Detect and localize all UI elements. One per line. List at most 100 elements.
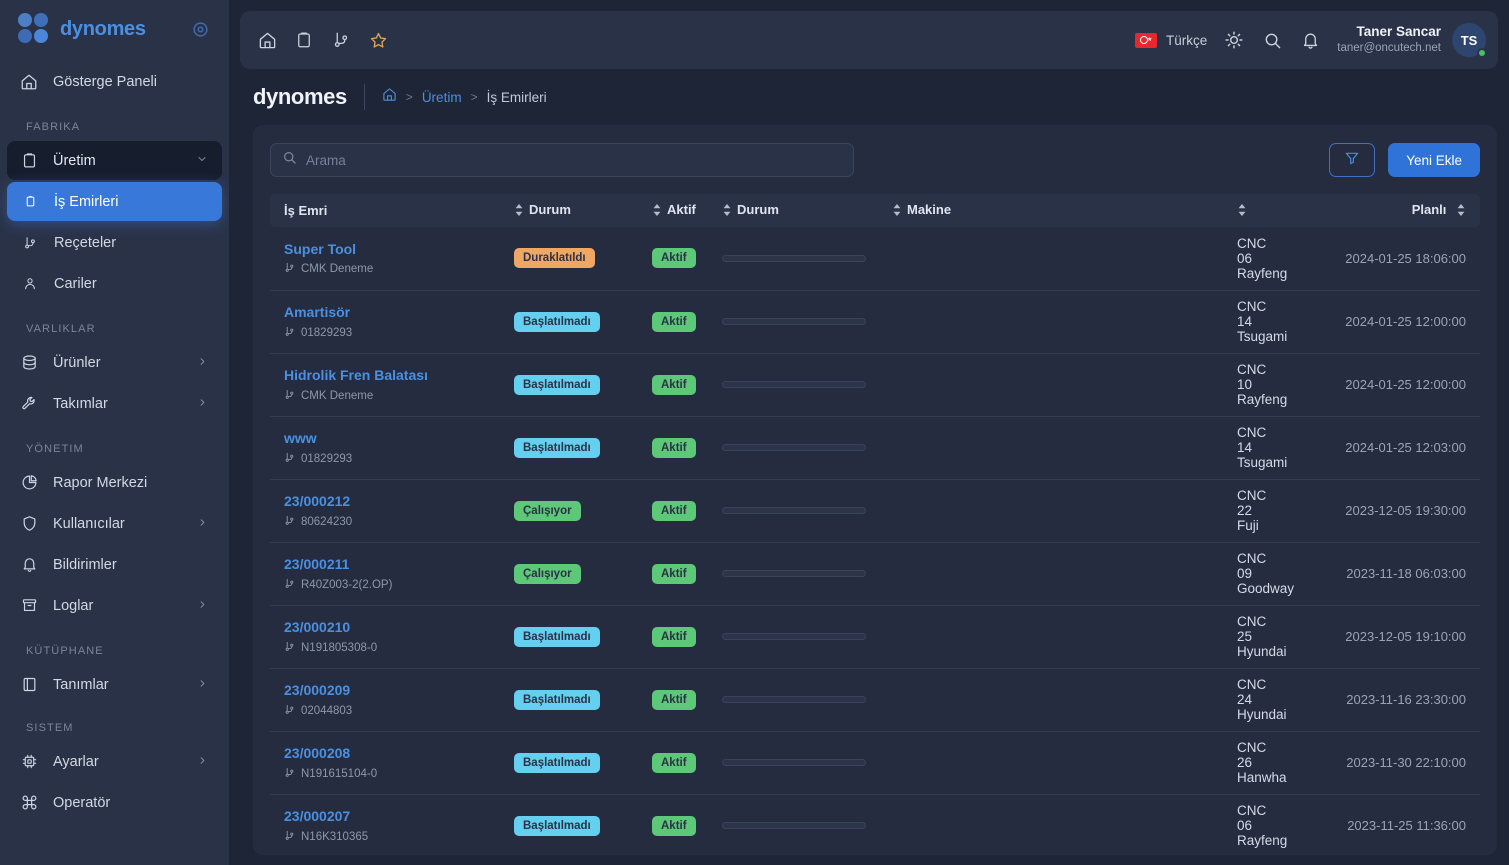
breadcrumb-link-uretim[interactable]: Üretim — [422, 90, 462, 105]
column-header-makine[interactable]: Makine — [886, 194, 1231, 227]
clipboard-icon[interactable] — [293, 29, 315, 51]
add-new-button[interactable]: Yeni Ekle — [1388, 143, 1480, 177]
table-row[interactable]: Super Tool CMK Deneme Duraklatıldı Aktif CNC… — [270, 227, 1480, 291]
sidebar-item-urunler[interactable]: Ürünler — [7, 343, 222, 382]
work-order-name[interactable]: www — [284, 429, 502, 447]
table-row[interactable]: www 01829293 Başlatılmadı Aktif CNC 14 Tsuga… — [270, 416, 1480, 480]
table-body: Super Tool CMK Deneme Duraklatıldı Aktif CNC… — [270, 227, 1480, 855]
work-order-name[interactable]: 23/000212 — [284, 492, 502, 510]
table-row[interactable]: Amartisör 01829293 Başlatılmadı Aktif CNC 14… — [270, 290, 1480, 354]
cell-progress — [716, 416, 1231, 480]
chevron-right-icon — [197, 396, 208, 412]
sidebar-item-operator[interactable]: Operatör — [7, 783, 222, 822]
column-header-is-emri[interactable]: İş Emri — [270, 194, 508, 227]
sidebar-item-cariler[interactable]: Cariler — [7, 264, 222, 303]
cell-work-order[interactable]: Hidrolik Fren Balatası CMK Deneme — [270, 353, 508, 417]
table-row[interactable]: 23/000211 R40Z003-2(2.OP) Çalışıyor Aktif CN… — [270, 542, 1480, 606]
column-header-durum-2[interactable]: Durum — [716, 194, 886, 227]
cell-status: Duraklatıldı — [508, 227, 646, 291]
user-menu[interactable]: Taner Sancar taner@oncutech.net TS — [1337, 23, 1487, 58]
status-badge: Başlatılmadı — [514, 311, 600, 332]
active-badge: Aktif — [652, 437, 696, 458]
status-badge: Başlatılmadı — [514, 437, 600, 458]
sort-icon — [1456, 203, 1466, 219]
work-order-name[interactable]: 23/000210 — [284, 618, 502, 636]
table-row[interactable]: 23/000212 80624230 Çalışıyor Aktif CNC 22 Fu… — [270, 479, 1480, 543]
cell-work-order[interactable]: 23/000211 R40Z003-2(2.OP) — [270, 542, 508, 606]
git-branch-icon[interactable] — [330, 29, 352, 51]
search-input[interactable] — [306, 152, 842, 168]
cell-status: Çalışıyor — [508, 542, 646, 606]
table-header-row: İş Emri Durum Aktif Durum Makine Planlı — [270, 194, 1480, 227]
work-order-code-text: 02044803 — [301, 704, 353, 717]
cell-work-order[interactable]: 23/000210 N191805308-0 — [270, 605, 508, 669]
cell-work-order[interactable]: Super Tool CMK Deneme — [270, 227, 508, 291]
sidebar-item-rapor-merkezi[interactable]: Rapor Merkezi — [7, 463, 222, 502]
cell-work-order[interactable]: www 01829293 — [270, 416, 508, 480]
sidebar-item-takimlar[interactable]: Takımlar — [7, 384, 222, 423]
git-branch-icon — [284, 641, 295, 655]
column-label: Durum — [737, 202, 779, 218]
work-order-name[interactable]: 23/000209 — [284, 681, 502, 699]
work-order-name[interactable]: Amartisör — [284, 303, 502, 321]
sidebar-item-bildirimler[interactable]: Bildirimler — [7, 545, 222, 584]
sidebar-item-kullanicilar[interactable]: Kullanıcılar — [7, 504, 222, 543]
sidebar-section-yonetim: YÖNETIM — [26, 443, 84, 455]
avatar-initials: TS — [1460, 32, 1478, 48]
work-order-code-text: CMK Deneme — [301, 263, 374, 276]
sidebar-item-dashboard[interactable]: Gösterge Paneli — [7, 62, 222, 101]
avatar[interactable]: TS — [1452, 23, 1487, 58]
work-orders-table: İş Emri Durum Aktif Durum Makine Planlı … — [270, 194, 1480, 855]
sidebar-item-tanimlar[interactable]: Tanımlar — [7, 665, 222, 704]
work-order-code: CMK Deneme — [284, 389, 502, 403]
work-order-code-text: 01829293 — [301, 326, 353, 339]
active-badge: Aktif — [652, 689, 696, 710]
bell-icon[interactable] — [1299, 29, 1321, 51]
language-selector[interactable]: ★ Türkçe — [1134, 32, 1207, 48]
git-branch-icon — [284, 326, 295, 340]
search-icon[interactable] — [1261, 29, 1283, 51]
sidebar-brand[interactable]: dynomes — [0, 0, 229, 58]
home-icon[interactable] — [382, 87, 397, 107]
active-badge: Aktif — [652, 563, 696, 584]
user-name: Taner Sancar — [1356, 24, 1441, 40]
sidebar-item-loglar[interactable]: Loglar — [7, 586, 222, 625]
table-row[interactable]: 23/000210 N191805308-0 Başlatılmadı Aktif CN… — [270, 605, 1480, 669]
sidebar-item-ayarlar[interactable]: Ayarlar — [7, 742, 222, 781]
home-icon[interactable] — [256, 29, 278, 51]
planned-date: 2024-01-25 18:06:00 — [1345, 250, 1466, 266]
cell-work-order[interactable]: Amartisör 01829293 — [270, 290, 508, 354]
column-header-planli[interactable]: Planlı — [1231, 194, 1480, 227]
column-header-aktif[interactable]: Aktif — [646, 194, 716, 227]
work-order-name[interactable]: 23/000208 — [284, 744, 502, 762]
progress-bar — [722, 633, 866, 640]
cell-progress — [716, 290, 1231, 354]
sun-icon[interactable] — [1223, 29, 1245, 51]
sidebar-item-uretim[interactable]: Üretim — [7, 141, 222, 180]
cell-active: Aktif — [646, 605, 716, 669]
table-row[interactable]: 23/000209 02044803 Başlatılmadı Aktif CNC 24… — [270, 668, 1480, 732]
table-row[interactable]: 23/000208 N191615104-0 Başlatılmadı Aktif CN… — [270, 731, 1480, 795]
work-order-name[interactable]: Hidrolik Fren Balatası — [284, 366, 502, 384]
clipboard-icon — [19, 151, 39, 171]
cell-work-order[interactable]: 23/000207 N16K310365 — [270, 794, 508, 855]
work-order-name[interactable]: 23/000211 — [284, 555, 502, 573]
star-icon[interactable] — [367, 29, 389, 51]
filter-button[interactable] — [1329, 143, 1376, 177]
table-row[interactable]: Hidrolik Fren Balatası CMK Deneme Başlatıl… — [270, 353, 1480, 417]
sidebar-item-is-emirleri[interactable]: İş Emirleri — [7, 182, 222, 221]
table-row[interactable]: 23/000207 N16K310365 Başlatılmadı Aktif CNC … — [270, 794, 1480, 855]
cell-work-order[interactable]: 23/000208 N191615104-0 — [270, 731, 508, 795]
sort-icon — [1237, 203, 1247, 219]
cell-work-order[interactable]: 23/000209 02044803 — [270, 668, 508, 732]
target-icon[interactable] — [192, 21, 209, 38]
work-order-name[interactable]: Super Tool — [284, 240, 502, 258]
cell-work-order[interactable]: 23/000212 80624230 — [270, 479, 508, 543]
user-info: Taner Sancar taner@oncutech.net — [1337, 24, 1441, 55]
column-header-durum-1[interactable]: Durum — [508, 194, 646, 227]
sidebar-item-receteler[interactable]: Reçeteler — [7, 223, 222, 262]
search-box[interactable] — [270, 143, 854, 177]
work-order-name[interactable]: 23/000207 — [284, 807, 502, 825]
status-badge: Başlatılmadı — [514, 815, 600, 836]
cell-status: Başlatılmadı — [508, 605, 646, 669]
